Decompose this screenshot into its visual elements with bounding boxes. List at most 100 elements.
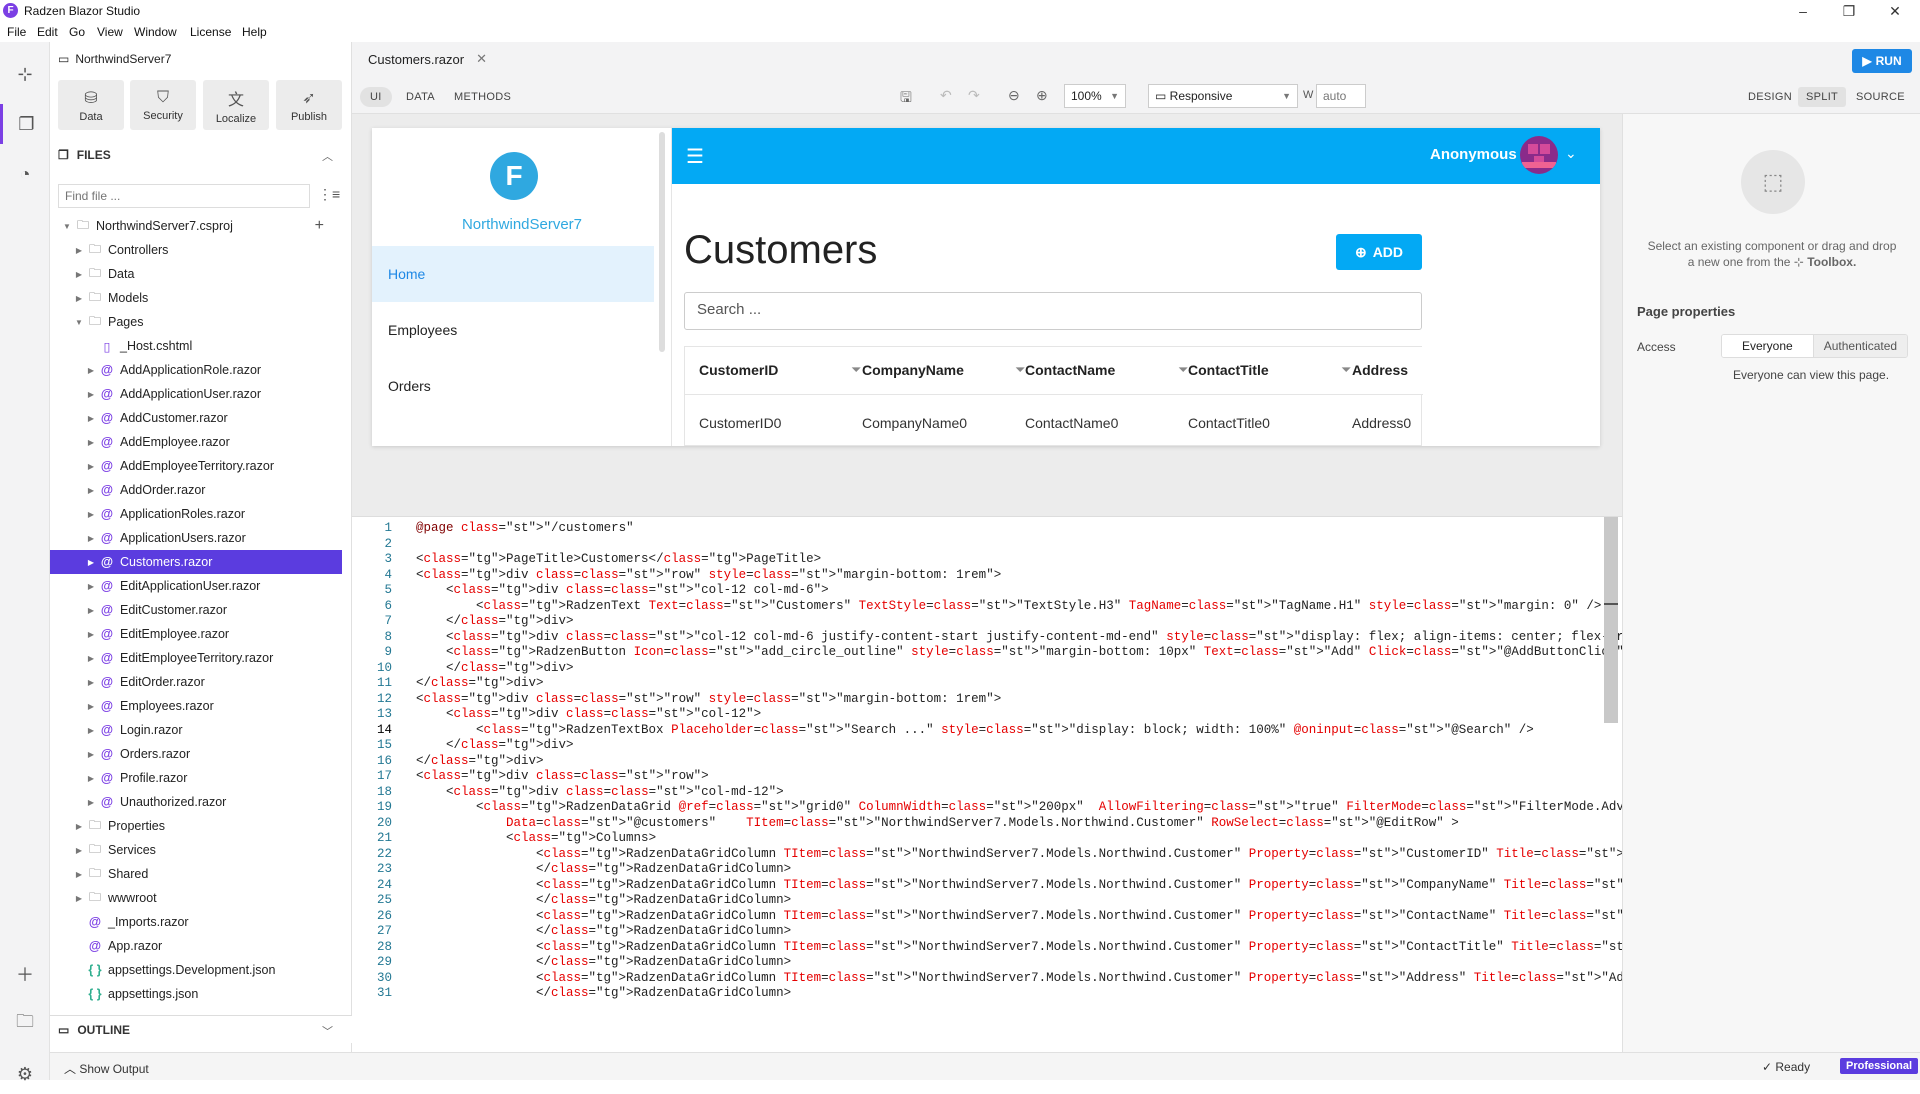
chevron-right-icon[interactable]: ▶: [86, 486, 96, 495]
chevron-down-icon[interactable]: ⌄: [1565, 145, 1577, 162]
tree-item[interactable]: ▶ @ EditOrder.razor: [50, 670, 342, 694]
tree-item[interactable]: ▶ 🗀 Models: [50, 286, 342, 310]
tree-item[interactable]: ▶ @ EditEmployee.razor: [50, 622, 342, 646]
chevron-right-icon[interactable]: ▶: [74, 822, 84, 831]
grid-header-companyname[interactable]: CompanyName: [862, 362, 964, 378]
collapse-all-icon[interactable]: ⋮≡: [318, 186, 340, 203]
tree-item[interactable]: ▶ @ ApplicationRoles.razor: [50, 502, 342, 526]
menu-edit[interactable]: Edit: [37, 25, 58, 39]
save-icon[interactable]: 🖫: [900, 87, 912, 111]
security-button[interactable]: ⛉ Security: [130, 80, 196, 130]
tree-item[interactable]: { } appsettings.Development.json: [50, 958, 342, 982]
chevron-right-icon[interactable]: ▶: [86, 414, 96, 423]
chevron-right-icon[interactable]: ▶: [86, 654, 96, 663]
access-authenticated-option[interactable]: Authenticated: [1813, 335, 1908, 357]
code-scrollbar[interactable]: [1604, 517, 1618, 723]
chevron-right-icon[interactable]: ▶: [86, 534, 96, 543]
tree-item[interactable]: ▶ 🗀 Controllers: [50, 238, 342, 262]
menu-license[interactable]: License: [190, 25, 231, 39]
chevron-right-icon[interactable]: ▶: [86, 582, 96, 591]
filter-icon[interactable]: ⏷: [1015, 362, 1025, 378]
data-button[interactable]: ⛁ Data: [58, 80, 124, 130]
chevron-right-icon[interactable]: ▶: [74, 246, 84, 255]
chevron-right-icon[interactable]: ▶: [86, 606, 96, 615]
tree-item[interactable]: ▶ @ AddOrder.razor: [50, 478, 342, 502]
tree-item[interactable]: ▶ @ AddEmployeeTerritory.razor: [50, 454, 342, 478]
chevron-right-icon[interactable]: ▶: [74, 870, 84, 879]
preview-nav-home[interactable]: Home: [372, 246, 654, 302]
toolbox-icon[interactable]: ⊹: [0, 54, 50, 94]
view-split-tab[interactable]: SPLIT: [1798, 87, 1847, 107]
source-code-editor[interactable]: 1 @page class="st">"/customers" 2 3 <class="…: [352, 516, 1622, 1052]
tree-item[interactable]: @ App.razor: [50, 934, 342, 958]
chevron-right-icon[interactable]: ▶: [74, 270, 84, 279]
zoom-out-icon[interactable]: ⊖: [1008, 87, 1020, 104]
outline-section[interactable]: ▭ OUTLINE ﹀: [50, 1015, 352, 1043]
tree-item[interactable]: ▶ @ AddEmployee.razor: [50, 430, 342, 454]
add-file-icon[interactable]: +: [315, 217, 324, 235]
view-source-tab[interactable]: SOURCE: [1848, 87, 1913, 107]
page-preview[interactable]: F NorthwindServer7 Home Employees Orders…: [372, 128, 1600, 446]
chevron-right-icon[interactable]: ▶: [86, 798, 96, 807]
preview-sidebar-scrollbar[interactable]: [659, 132, 665, 352]
find-file-input[interactable]: [58, 184, 310, 208]
publish-button[interactable]: ➶ Publish: [276, 80, 342, 130]
tree-item[interactable]: ▶ 🗀 Data: [50, 262, 342, 286]
new-project-icon[interactable]: ＋: [0, 954, 50, 994]
chevron-right-icon[interactable]: ▶: [86, 438, 96, 447]
tree-item[interactable]: ▶ @ AddApplicationUser.razor: [50, 382, 342, 406]
close-tab-icon[interactable]: ✕: [476, 51, 487, 67]
tree-item[interactable]: ▯ _Host.cshtml: [50, 334, 342, 358]
menu-help[interactable]: Help: [242, 25, 267, 39]
chevron-right-icon[interactable]: ▶: [74, 894, 84, 903]
tree-item[interactable]: ▶ @ Login.razor: [50, 718, 342, 742]
mode-methods-tab[interactable]: METHODS: [444, 87, 521, 107]
localize-button[interactable]: 文 Localize: [203, 80, 269, 130]
chevron-right-icon[interactable]: ▶: [86, 750, 96, 759]
preview-add-button[interactable]: ⊕ ADD: [1336, 234, 1422, 270]
grid-header-contacttitle[interactable]: ContactTitle: [1188, 362, 1269, 378]
menu-view[interactable]: View: [97, 25, 123, 39]
menu-window[interactable]: Window: [134, 25, 177, 39]
view-design-tab[interactable]: DESIGN: [1740, 87, 1800, 107]
filter-icon[interactable]: ⏷: [1341, 362, 1351, 378]
tree-item[interactable]: ▶ @ Profile.razor: [50, 766, 342, 790]
tree-item[interactable]: ▶ @ Orders.razor: [50, 742, 342, 766]
chevron-right-icon[interactable]: ▶: [86, 558, 96, 567]
tree-item[interactable]: ▼ 🗀 NorthwindServer7.csproj +: [50, 214, 342, 238]
chevron-right-icon[interactable]: ▶: [86, 390, 96, 399]
tree-item[interactable]: ▶ @ ApplicationUsers.razor: [50, 526, 342, 550]
tree-item[interactable]: ▶ 🗀 Properties: [50, 814, 342, 838]
theme-icon[interactable]: ◔: [0, 154, 50, 194]
chevron-down-icon[interactable]: ▼: [62, 222, 72, 231]
chevron-right-icon[interactable]: ▶: [86, 678, 96, 687]
maximize-button[interactable]: ❐: [1826, 0, 1872, 22]
tree-item[interactable]: ▶ 🗀 wwwroot: [50, 886, 342, 910]
redo-icon[interactable]: ↷: [968, 87, 980, 104]
open-folder-icon[interactable]: 🗀: [0, 1004, 50, 1044]
collapse-chevron-icon[interactable]: ︿: [322, 148, 333, 164]
device-select[interactable]: ▭ Responsive ▼: [1148, 84, 1298, 108]
minimize-button[interactable]: –: [1780, 0, 1826, 22]
hamburger-menu-icon[interactable]: ☰: [686, 144, 704, 169]
tree-item[interactable]: ▶ @ Customers.razor: [50, 550, 342, 574]
width-input[interactable]: [1316, 84, 1366, 108]
grid-header-address[interactable]: Address: [1352, 362, 1408, 378]
tree-item[interactable]: ▶ @ EditEmployeeTerritory.razor: [50, 646, 342, 670]
chevron-right-icon[interactable]: ▶: [74, 846, 84, 855]
explorer-icon[interactable]: ❐: [0, 104, 50, 144]
menu-file[interactable]: File: [7, 25, 26, 39]
preview-search-input[interactable]: Search ...: [684, 292, 1422, 330]
tree-item[interactable]: { } appsettings.json: [50, 982, 342, 1006]
preview-nav-employees[interactable]: Employees: [372, 302, 654, 358]
menu-go[interactable]: Go: [69, 25, 85, 39]
chevron-down-icon[interactable]: ▼: [74, 318, 84, 327]
mode-ui-tab[interactable]: UI: [360, 87, 392, 107]
settings-gear-icon[interactable]: ⚙: [0, 1054, 50, 1094]
run-button[interactable]: ▶ RUN: [1852, 49, 1912, 73]
preview-nav-orders[interactable]: Orders: [372, 358, 654, 414]
tree-item[interactable]: ▼ 🗀 Pages: [50, 310, 342, 334]
chevron-right-icon[interactable]: ▶: [86, 462, 96, 471]
avatar[interactable]: [1520, 136, 1558, 174]
chevron-right-icon[interactable]: ▶: [86, 366, 96, 375]
